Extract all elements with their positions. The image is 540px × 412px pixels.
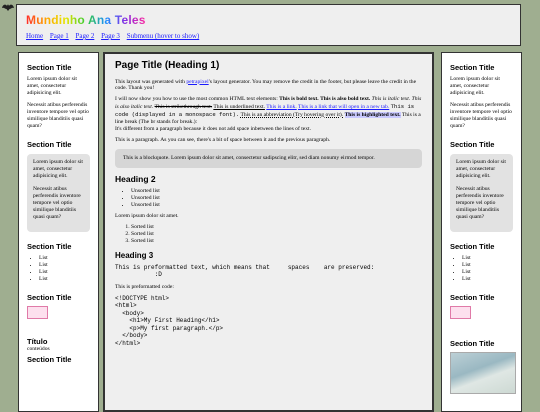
section-title: Section Title bbox=[27, 140, 72, 150]
heading-3: Heading 3 bbox=[115, 250, 154, 260]
paragraph: This is a paragraph. As you can see, the… bbox=[115, 137, 331, 144]
section-title: Section Title bbox=[27, 355, 72, 365]
text-link[interactable]: This is a link. bbox=[266, 104, 296, 110]
preformatted-text: This is preformatted text, which means t… bbox=[115, 263, 375, 279]
sidebar-text: Lorem ipsum dolor sit amet, consectetur … bbox=[33, 158, 83, 179]
credit-paragraph: This layout was generated with petrapixe… bbox=[115, 79, 422, 93]
right-sidebar: Section Title Lorem ipsum dolor sit amet… bbox=[441, 52, 522, 412]
section-title: Section Title bbox=[450, 63, 495, 72]
section-title: Section Title bbox=[450, 292, 495, 302]
sidebar-text: Necessit atibus perferendis inventore te… bbox=[27, 102, 89, 130]
page-title: Page Title (Heading 1) bbox=[115, 60, 220, 71]
list-item: Sorted list bbox=[131, 231, 422, 238]
sidebar-list: List List List List bbox=[450, 255, 513, 283]
section-title: Section Title bbox=[450, 241, 495, 251]
nav-submenu[interactable]: Submenu (hover to show) bbox=[127, 32, 200, 40]
list-item: Unsorted list bbox=[131, 195, 422, 202]
italic-text: This is italic text. bbox=[371, 96, 411, 103]
elements-intro: I will now show you how to use the most … bbox=[115, 96, 280, 103]
titulo-heading: Título bbox=[27, 336, 48, 346]
list-item: List bbox=[462, 276, 513, 283]
sorted-list: Sorted list Sorted list Sorted list bbox=[115, 224, 422, 245]
sidebar-photo bbox=[450, 352, 516, 395]
highlighted-text: This is highlighted text. bbox=[344, 112, 401, 119]
list-item: List bbox=[39, 269, 90, 276]
nav-page-1[interactable]: Page 1 bbox=[50, 32, 69, 40]
bold-text: This is bold text. bbox=[279, 96, 319, 103]
main-content: Page Title (Heading 1) This layout was g… bbox=[103, 52, 434, 412]
different-text: It's different from a paragraph because … bbox=[115, 126, 311, 133]
text-link-new-tab[interactable]: This is a link that will open in a new t… bbox=[298, 104, 389, 110]
abbr-text[interactable]: This is an abbreviation (Try hovering ov… bbox=[241, 112, 344, 118]
list-item: List bbox=[462, 255, 513, 262]
petrapixel-link[interactable]: petrapixel bbox=[186, 79, 208, 85]
sidebar-text: Necessit atibus perferendis inventore te… bbox=[450, 102, 512, 130]
bat-icon bbox=[2, 4, 14, 11]
nav-page-2[interactable]: Page 2 bbox=[75, 32, 94, 40]
sidebar-text: Lorem ipsum dolor sit amet, consectetur … bbox=[450, 76, 500, 97]
section-title: Section Title bbox=[27, 292, 72, 302]
button-badge-image[interactable] bbox=[27, 306, 48, 320]
bold-text-2: This is also bold text. bbox=[320, 96, 371, 103]
list-item: Sorted list bbox=[131, 224, 422, 231]
section-title: Section Title bbox=[450, 338, 495, 348]
sidebar-box: Lorem ipsum dolor sit amet, consectetur … bbox=[450, 153, 513, 232]
section-title: Section Title bbox=[450, 140, 495, 150]
conteudos-text: conteúdos bbox=[27, 346, 50, 353]
sidebar-box: Lorem ipsum dolor sit amet, consectetur … bbox=[27, 153, 90, 232]
list-item: List bbox=[39, 276, 90, 283]
list-item: List bbox=[39, 262, 90, 269]
paragraph: Lorem ipsum dolor sit amet. bbox=[115, 212, 179, 219]
preformatted-code: <!DOCTYPE html> <html> <body> <h1>My Fir… bbox=[115, 294, 224, 347]
list-item: Unsorted list bbox=[131, 202, 422, 209]
strike-text: This is strikethrough text. bbox=[154, 104, 213, 111]
left-sidebar: Section Title Lorem ipsum dolor sit amet… bbox=[18, 52, 99, 412]
sidebar-text: Lorem ipsum dolor sit amet, consectetur … bbox=[456, 158, 506, 179]
underline-text: This is underlined text. bbox=[213, 104, 265, 111]
list-item: Sorted list bbox=[131, 238, 422, 245]
site-title[interactable]: Mundinho Ana Teles bbox=[26, 13, 146, 28]
unsorted-list: Unsorted list Unsorted list Unsorted lis… bbox=[115, 188, 422, 209]
sidebar-text: Necessit atibus perferendis inventore te… bbox=[33, 185, 81, 220]
section-title: Section Title bbox=[27, 241, 72, 251]
credit-text: This layout was generated with bbox=[115, 78, 187, 85]
heading-2: Heading 2 bbox=[115, 174, 156, 185]
nav-page-3[interactable]: Page 3 bbox=[101, 32, 120, 40]
nav-home[interactable]: Home bbox=[26, 32, 43, 40]
sidebar-text: Necessit atibus perferendis inventore te… bbox=[456, 185, 504, 220]
site-header: Mundinho Ana Teles Home Page 1 Page 2 Pa… bbox=[16, 4, 521, 46]
button-badge-image[interactable] bbox=[450, 306, 471, 320]
sidebar-list: List List List List bbox=[27, 255, 90, 283]
paragraph: This is preformatted code: bbox=[115, 283, 174, 290]
elements-paragraph: I will now show you how to use the most … bbox=[115, 96, 422, 133]
sidebar-text: Lorem ipsum dolor sit amet, consectetur … bbox=[27, 76, 77, 97]
blockquote: This is a blockquote. Lorem ipsum dolor … bbox=[115, 149, 422, 169]
main-nav: Home Page 1 Page 2 Page 3 Submenu (hover… bbox=[26, 32, 204, 41]
list-item: List bbox=[462, 269, 513, 276]
list-item: List bbox=[462, 262, 513, 269]
list-item: List bbox=[39, 255, 90, 262]
section-title: Section Title bbox=[27, 63, 72, 72]
list-item: Unsorted list bbox=[131, 188, 422, 195]
